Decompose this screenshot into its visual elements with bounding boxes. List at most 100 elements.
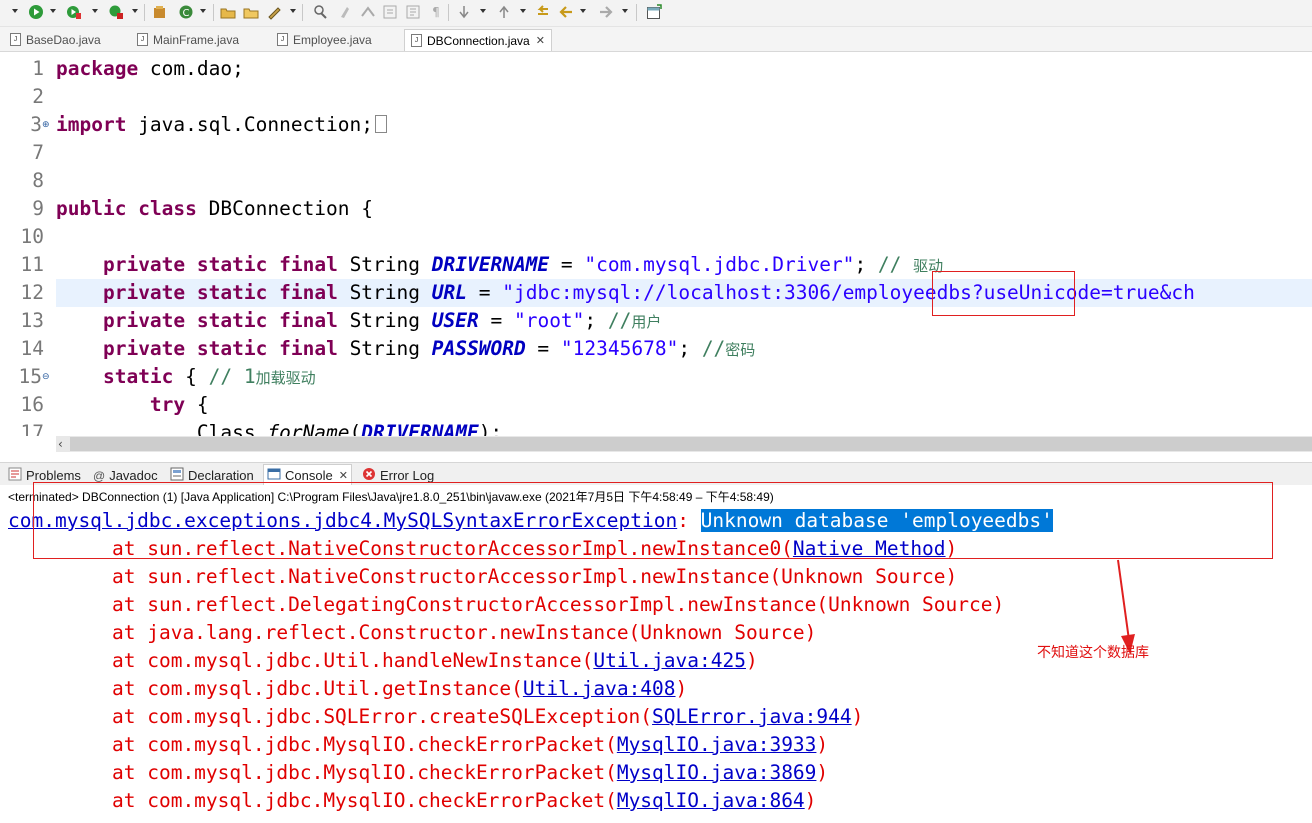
back-icon[interactable] bbox=[558, 4, 574, 20]
toggle-mark-icon[interactable] bbox=[338, 4, 354, 20]
code-line: package com.dao; bbox=[56, 55, 244, 83]
keyword: final bbox=[279, 309, 338, 332]
source-link[interactable]: Util.java:425 bbox=[593, 649, 746, 672]
punctuation: ) bbox=[816, 733, 829, 756]
stack-trace-line: at sun.reflect.NativeConstructorAccessor… bbox=[112, 535, 957, 563]
line-number: 15 bbox=[18, 365, 42, 388]
punctuation: ( bbox=[349, 421, 362, 436]
comment: // bbox=[208, 365, 244, 388]
search-pen-icon[interactable] bbox=[266, 4, 282, 20]
source-link[interactable]: Util.java:408 bbox=[523, 677, 676, 700]
debug-dropdown-arrow[interactable] bbox=[12, 9, 18, 13]
open-folder-icon[interactable] bbox=[243, 4, 259, 20]
new-package-icon[interactable] bbox=[152, 4, 168, 20]
search-dropdown-arrow[interactable] bbox=[290, 9, 296, 13]
keyword: final bbox=[279, 337, 338, 360]
new-class-icon[interactable]: C bbox=[178, 4, 194, 20]
stack-trace-line: at com.mysql.jdbc.Util.getInstance(Util.… bbox=[112, 675, 687, 703]
keyword: static bbox=[102, 365, 174, 388]
stack-trace-line: at com.mysql.jdbc.MysqlIO.checkErrorPack… bbox=[112, 787, 816, 815]
keyword: class bbox=[138, 197, 197, 220]
forward-dropdown-arrow[interactable] bbox=[622, 9, 628, 13]
tab-mainframe-java[interactable]: J MainFrame.java bbox=[137, 29, 239, 50]
tab-basedao-java[interactable]: J BaseDao.java bbox=[10, 29, 101, 50]
keyword: private bbox=[102, 309, 186, 332]
editor-horizontal-scrollbar[interactable]: ‹ bbox=[56, 436, 1312, 452]
tab-javadoc[interactable]: @ Javadoc bbox=[93, 466, 158, 485]
coverage-icon[interactable] bbox=[66, 4, 82, 20]
string-literal: "root" bbox=[513, 309, 585, 332]
scrollbar-thumb[interactable] bbox=[70, 437, 1312, 451]
tab-problems[interactable]: Problems bbox=[8, 466, 81, 485]
java-file-icon: J bbox=[411, 34, 422, 47]
run-dropdown-arrow[interactable] bbox=[50, 9, 56, 13]
punctuation: ; bbox=[854, 253, 878, 276]
exception-class-link[interactable]: com.mysql.jdbc.exceptions.jdbc4.MySQLSyn… bbox=[8, 509, 677, 532]
run-icon[interactable] bbox=[28, 4, 44, 20]
scroll-left-icon[interactable]: ‹ bbox=[58, 436, 63, 452]
previous-annotation-icon[interactable] bbox=[496, 4, 512, 20]
punctuation: : bbox=[677, 509, 701, 532]
punctuation: ) bbox=[945, 537, 958, 560]
line-number: 2 bbox=[32, 85, 44, 108]
close-icon[interactable]: ✕ bbox=[536, 34, 545, 47]
source-link[interactable]: SQLError.java:944 bbox=[652, 705, 852, 728]
line-number: 17 bbox=[20, 421, 44, 436]
toggle-block-icon[interactable] bbox=[360, 4, 376, 20]
new-class-dropdown-arrow[interactable] bbox=[200, 9, 206, 13]
collapse-fold-icon[interactable]: ⊖ bbox=[42, 372, 50, 382]
editor-tab-bar: J BaseDao.java J MainFrame.java J Employ… bbox=[0, 27, 1312, 52]
word-wrap-icon[interactable] bbox=[405, 4, 421, 20]
next-annotation-icon[interactable] bbox=[456, 4, 472, 20]
folded-imports-marker[interactable] bbox=[375, 115, 387, 133]
tab-employee-java[interactable]: J Employee.java bbox=[277, 29, 372, 50]
type-name: String bbox=[349, 281, 421, 304]
tab-declaration[interactable]: Declaration bbox=[170, 466, 254, 485]
tab-console[interactable]: Console ✕ bbox=[263, 464, 352, 486]
annotation-icon[interactable] bbox=[312, 4, 328, 20]
line-number: 3 bbox=[30, 113, 42, 136]
previous-annotation-dropdown-arrow[interactable] bbox=[520, 9, 526, 13]
comment: 驱动 bbox=[913, 257, 944, 275]
stack-frame-text: at com.mysql.jdbc.MysqlIO.checkErrorPack… bbox=[112, 733, 617, 756]
next-annotation-dropdown-arrow[interactable] bbox=[480, 9, 486, 13]
keyword: private bbox=[102, 253, 186, 276]
code-editor[interactable]: 1 2 3 7 8 9 10 11 12 13 14 15 16 17 ⊕ ⊖ … bbox=[0, 52, 1312, 436]
code-line: private static final String PASSWORD = "… bbox=[56, 335, 755, 363]
field-name: USER bbox=[431, 309, 479, 332]
line-number: 9 bbox=[32, 197, 44, 220]
pilcrow-icon[interactable]: ¶ bbox=[428, 4, 444, 20]
back-dropdown-arrow[interactable] bbox=[580, 9, 586, 13]
source-link[interactable]: MysqlIO.java:3869 bbox=[617, 761, 817, 784]
tab-label: MainFrame.java bbox=[153, 32, 240, 47]
external-tools-icon[interactable] bbox=[108, 4, 124, 20]
tab-error-log[interactable]: Error Log bbox=[362, 466, 434, 485]
new-window-icon[interactable] bbox=[646, 4, 662, 20]
keyword: private bbox=[102, 337, 186, 360]
show-whitespace-icon[interactable] bbox=[382, 4, 398, 20]
console-icon bbox=[267, 467, 281, 484]
punctuation: { bbox=[173, 365, 209, 388]
expand-fold-icon[interactable]: ⊕ bbox=[42, 120, 50, 130]
coverage-dropdown-arrow[interactable] bbox=[92, 9, 98, 13]
source-link[interactable]: MysqlIO.java:3933 bbox=[617, 733, 817, 756]
tab-dbconnection-java[interactable]: J DBConnection.java ✕ bbox=[404, 29, 552, 51]
last-edit-icon[interactable] bbox=[535, 4, 551, 20]
code-line: private static final String URL = "jdbc:… bbox=[56, 279, 1195, 307]
string-literal: "12345678" bbox=[560, 337, 679, 360]
source-link[interactable]: MysqlIO.java:864 bbox=[617, 789, 805, 812]
forward-icon[interactable] bbox=[598, 4, 614, 20]
stack-trace-line: at com.mysql.jdbc.MysqlIO.checkErrorPack… bbox=[112, 731, 828, 759]
keyword: public bbox=[56, 197, 127, 220]
punctuation: ) bbox=[745, 649, 758, 672]
source-link[interactable]: Native Method bbox=[793, 537, 946, 560]
line-number: 7 bbox=[32, 141, 44, 164]
tab-label: Employee.java bbox=[293, 32, 372, 47]
external-tools-dropdown-arrow[interactable] bbox=[132, 9, 138, 13]
exception-message: Unknown database 'employeedbs' bbox=[700, 509, 1053, 532]
line-number: 1 bbox=[32, 57, 44, 80]
class-name: DBConnection { bbox=[196, 197, 374, 220]
close-icon[interactable]: ✕ bbox=[339, 469, 348, 482]
open-type-icon[interactable] bbox=[220, 4, 236, 20]
operator: = bbox=[549, 253, 585, 276]
